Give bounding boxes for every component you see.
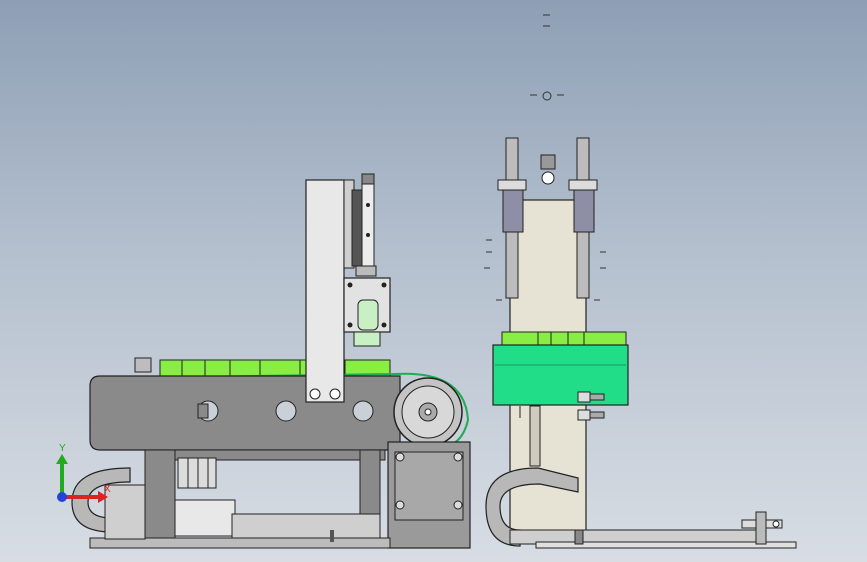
- top-sensor: [540, 154, 556, 185]
- gear-motor: [387, 441, 471, 549]
- valve-block: [177, 457, 217, 489]
- frame-hole: [275, 400, 297, 422]
- vertical-column: [305, 179, 345, 403]
- cad-viewport[interactable]: X Y: [0, 0, 867, 562]
- linear-actuator: [343, 173, 377, 277]
- frame-hole: [352, 400, 374, 422]
- assembly-drawing: X Y: [56, 14, 797, 549]
- green-block: [492, 331, 629, 406]
- main-frame-body: [89, 375, 401, 451]
- triad-z-axis: [57, 492, 67, 502]
- lower-cylinder: [174, 499, 381, 542]
- triad-y-label: Y: [59, 443, 66, 454]
- gripper-plate: [343, 277, 391, 347]
- plate-slot: [529, 405, 541, 467]
- lime-conveyor-pads: [134, 357, 391, 377]
- drive-pulley: [393, 377, 463, 447]
- triad-x-label: X: [104, 484, 111, 495]
